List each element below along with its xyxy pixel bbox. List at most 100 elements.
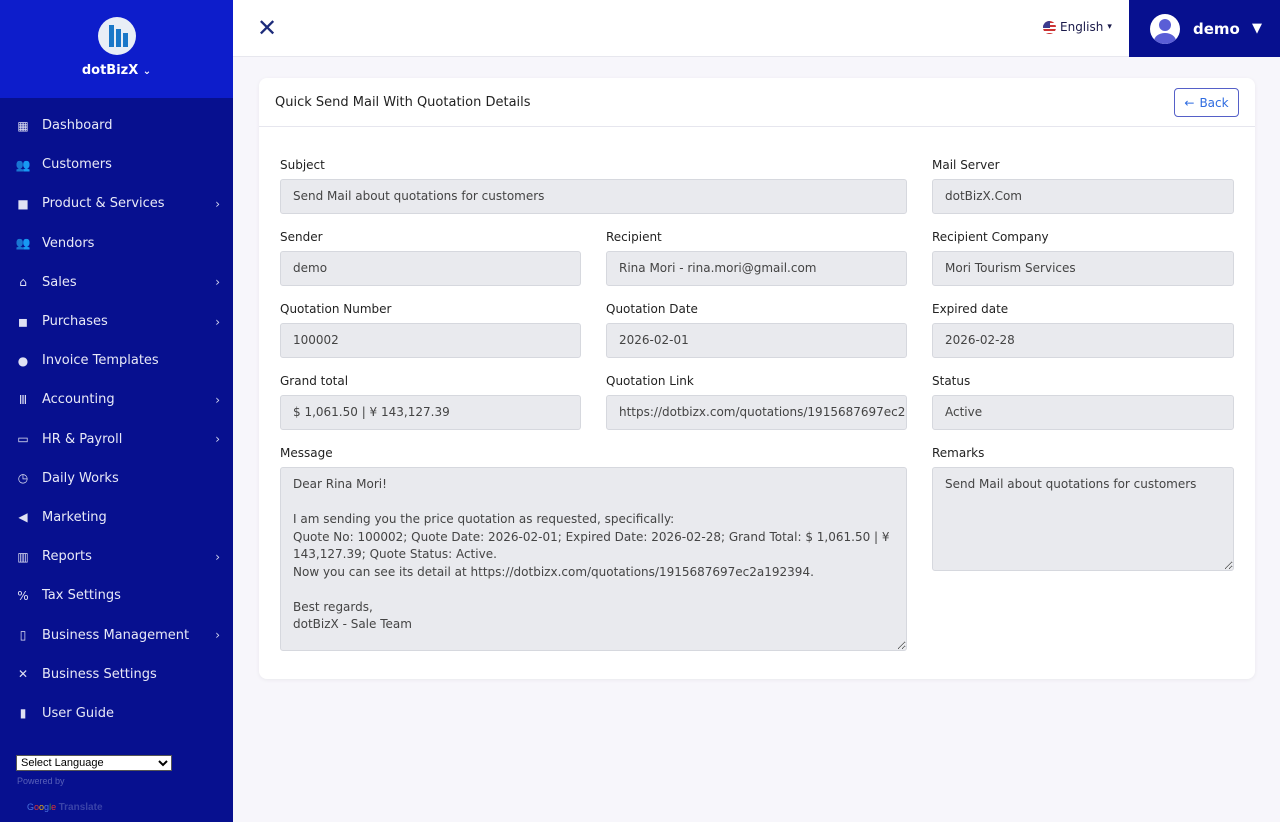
recipient-company-field: Recipient Company Mori Tourism Services <box>932 230 1234 286</box>
sidebar-item-accounting[interactable]: Ⅲ Accounting › <box>0 380 233 419</box>
quotation-date-field: Quotation Date 2026-02-01 <box>606 302 907 358</box>
quotation-link-label: Quotation Link <box>606 374 694 388</box>
megaphone-icon: ◀ <box>18 510 28 525</box>
arrow-left-icon: ← <box>1184 95 1195 110</box>
translate-label: Translate <box>58 802 103 813</box>
top-bar: ✕ English ▾ demo ▼ <box>233 0 1280 57</box>
close-icon[interactable]: ✕ <box>257 14 277 42</box>
sidebar-menu: ▦ Dashboard 👥 Customers ■ Product & Services ›… <box>0 98 233 733</box>
sidebar-item-daily-works[interactable]: ◷ Daily Works <box>0 459 233 498</box>
sidebar-item-dashboard[interactable]: ▦ Dashboard <box>0 106 233 145</box>
percent-icon: % <box>17 588 29 603</box>
sidebar-item-business-settings[interactable]: ✕ Business Settings <box>0 655 233 694</box>
recipient-company-input[interactable]: Mori Tourism Services <box>932 251 1234 286</box>
bank-icon: Ⅲ <box>18 392 28 407</box>
sidebar-item-label: Business Settings <box>42 666 157 682</box>
sidebar-item-invoice-templates[interactable]: ● Invoice Templates <box>0 341 233 380</box>
remarks-field: Remarks Send Mail about quotations for cu… <box>932 446 1234 571</box>
back-button[interactable]: ← Back <box>1174 88 1239 117</box>
language-label: English <box>1060 20 1104 34</box>
expired-date-label: Expired date <box>932 302 1009 316</box>
users-icon: 👥 <box>15 157 31 172</box>
tools-icon: ✕ <box>17 667 29 682</box>
recipient-company-label: Recipient Company <box>932 230 1049 244</box>
chevron-right-icon: › <box>215 432 220 447</box>
remarks-label: Remarks <box>932 446 985 460</box>
expired-date-input[interactable]: 2026-02-28 <box>932 323 1234 358</box>
recipient-field: Recipient Rina Mori - rina.mori@gmail.com <box>606 230 907 286</box>
remarks-textarea[interactable]: Send Mail about quotations for customers <box>932 467 1234 571</box>
sidebar-item-marketing[interactable]: ◀ Marketing <box>0 498 233 537</box>
sidebar-item-label: Reports <box>42 549 92 565</box>
sidebar-item-label: Product & Services <box>42 196 165 212</box>
status-input[interactable]: Active <box>932 395 1234 430</box>
expired-date-field: Expired date 2026-02-28 <box>932 302 1234 358</box>
chevron-right-icon: › <box>215 549 220 564</box>
sidebar-item-product-services[interactable]: ■ Product & Services › <box>0 184 233 223</box>
sidebar-item-vendors[interactable]: 👥 Vendors <box>0 224 233 263</box>
language-select[interactable]: Select Language <box>16 755 172 771</box>
message-textarea[interactable]: Dear Rina Mori! I am sending you the pri… <box>280 467 907 651</box>
sidebar-item-label: HR & Payroll <box>42 431 123 447</box>
grid-icon: ▦ <box>17 118 29 133</box>
chevron-down-icon: ▼ <box>1252 21 1262 36</box>
quotation-date-label: Quotation Date <box>606 302 698 316</box>
mail-server-label: Mail Server <box>932 158 1000 172</box>
sidebar-item-label: Tax Settings <box>42 588 121 604</box>
sidebar-item-user-guide[interactable]: ▮ User Guide <box>0 694 233 733</box>
chevron-right-icon: › <box>215 314 220 329</box>
id-card-icon: ▭ <box>17 432 29 447</box>
building-icon: ▯ <box>19 628 27 643</box>
sidebar-item-label: Invoice Templates <box>42 353 159 369</box>
sidebar-item-label: Customers <box>42 157 112 173</box>
chevron-down-icon: ▾ <box>1107 22 1112 32</box>
google-translate-link[interactable]: Google Translate <box>27 802 103 813</box>
grand-total-field: Grand total $ 1,061.50 | ¥ 143,127.39 <box>280 374 581 430</box>
quotation-date-input[interactable]: 2026-02-01 <box>606 323 907 358</box>
google-logo: Google <box>27 802 57 812</box>
chevron-right-icon: › <box>215 628 220 643</box>
sidebar-item-hr-payroll[interactable]: ▭ HR & Payroll › <box>0 420 233 459</box>
sidebar-item-business-management[interactable]: ▯ Business Management › <box>0 615 233 654</box>
subject-field: Subject Send Mail about quotations for cu… <box>280 158 907 214</box>
sidebar-item-label: Vendors <box>42 235 95 251</box>
sidebar-item-sales[interactable]: ⌂ Sales › <box>0 263 233 302</box>
brand-name: dotBizX <box>81 63 139 78</box>
quick-send-mail-card: Quick Send Mail With Quotation Details ←… <box>259 78 1255 679</box>
box-icon: ■ <box>17 196 29 211</box>
bag-icon: ◼ <box>18 314 28 329</box>
quotation-link-field: Quotation Link https://dotbizx.com/quotat… <box>606 374 907 430</box>
recipient-label: Recipient <box>606 230 662 244</box>
book-icon: ▮ <box>19 706 27 721</box>
mail-server-field: Mail Server dotBizX.Com <box>932 158 1234 214</box>
subject-input[interactable]: Send Mail about quotations for customers <box>280 179 907 214</box>
sidebar-item-reports[interactable]: ▥ Reports › <box>0 537 233 576</box>
us-flag-icon <box>1043 20 1056 34</box>
sidebar-item-label: Accounting <box>42 392 115 408</box>
subject-label: Subject <box>280 158 325 172</box>
clock-icon: ◷ <box>17 471 29 486</box>
user-name: demo <box>1193 19 1240 38</box>
sidebar-item-label: Daily Works <box>42 470 119 486</box>
sender-field: Sender demo <box>280 230 581 286</box>
powered-by: Powered by <box>17 776 65 786</box>
quotation-link-input[interactable]: https://dotbizx.com/quotations/191568769… <box>606 395 907 430</box>
recipient-input[interactable]: Rina Mori - rina.mori@gmail.com <box>606 251 907 286</box>
dotbizx-logo <box>97 17 136 55</box>
sidebar-item-label: User Guide <box>42 705 114 721</box>
company-switcher[interactable]: dotBizX ⌄ <box>0 63 233 78</box>
sidebar-item-purchases[interactable]: ◼ Purchases › <box>0 302 233 341</box>
sidebar-item-tax-settings[interactable]: % Tax Settings <box>0 576 233 615</box>
sender-input[interactable]: demo <box>280 251 581 286</box>
page-title: Quick Send Mail With Quotation Details <box>259 78 1255 127</box>
mail-server-input[interactable]: dotBizX.Com <box>932 179 1234 214</box>
quotation-number-input[interactable]: 100002 <box>280 323 581 358</box>
avatar <box>1150 13 1180 44</box>
chart-icon: ▥ <box>17 549 29 564</box>
message-label: Message <box>280 446 333 460</box>
user-menu[interactable]: demo ▼ <box>1129 0 1280 57</box>
sidebar-item-customers[interactable]: 👥 Customers <box>0 145 233 184</box>
grand-total-input[interactable]: $ 1,061.50 | ¥ 143,127.39 <box>280 395 581 430</box>
sidebar-item-label: Sales <box>42 274 77 290</box>
language-dropdown[interactable]: English ▾ <box>1043 20 1112 34</box>
